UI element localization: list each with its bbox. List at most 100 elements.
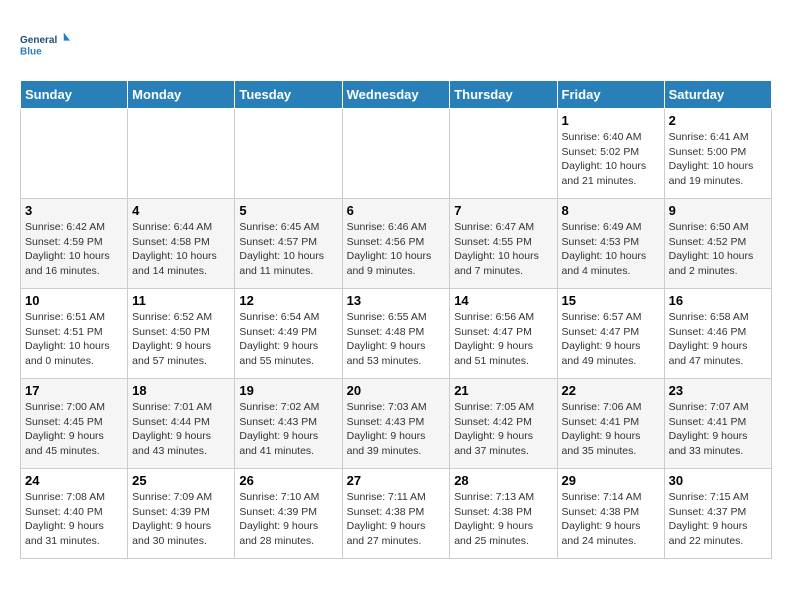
calendar-cell: 21 Sunrise: 7:05 AM Sunset: 4:42 PM Dayli…	[450, 379, 557, 469]
day-number: 27	[347, 473, 446, 488]
calendar-cell: 23 Sunrise: 7:07 AM Sunset: 4:41 PM Dayli…	[664, 379, 771, 469]
calendar-cell: 7 Sunrise: 6:47 AM Sunset: 4:55 PM Daylig…	[450, 199, 557, 289]
day-info: Sunrise: 6:57 AM Sunset: 4:47 PM Dayligh…	[562, 310, 660, 369]
weekday-header-wednesday: Wednesday	[342, 81, 450, 109]
calendar-cell: 2 Sunrise: 6:41 AM Sunset: 5:00 PM Daylig…	[664, 109, 771, 199]
calendar-cell	[128, 109, 235, 199]
day-info: Sunrise: 6:52 AM Sunset: 4:50 PM Dayligh…	[132, 310, 230, 369]
calendar-cell: 9 Sunrise: 6:50 AM Sunset: 4:52 PM Daylig…	[664, 199, 771, 289]
day-info: Sunrise: 7:03 AM Sunset: 4:43 PM Dayligh…	[347, 400, 446, 459]
day-info: Sunrise: 7:11 AM Sunset: 4:38 PM Dayligh…	[347, 490, 446, 549]
day-number: 11	[132, 293, 230, 308]
day-number: 7	[454, 203, 552, 218]
day-number: 15	[562, 293, 660, 308]
calendar-cell	[235, 109, 342, 199]
day-info: Sunrise: 6:58 AM Sunset: 4:46 PM Dayligh…	[669, 310, 767, 369]
weekday-header-row: SundayMondayTuesdayWednesdayThursdayFrid…	[21, 81, 772, 109]
calendar-week-3: 10 Sunrise: 6:51 AM Sunset: 4:51 PM Dayli…	[21, 289, 772, 379]
day-number: 12	[239, 293, 337, 308]
day-number: 10	[25, 293, 123, 308]
day-number: 19	[239, 383, 337, 398]
svg-text:Blue: Blue	[20, 46, 42, 57]
day-info: Sunrise: 6:50 AM Sunset: 4:52 PM Dayligh…	[669, 220, 767, 279]
day-info: Sunrise: 7:07 AM Sunset: 4:41 PM Dayligh…	[669, 400, 767, 459]
calendar-cell: 3 Sunrise: 6:42 AM Sunset: 4:59 PM Daylig…	[21, 199, 128, 289]
page-header: General Blue	[20, 20, 772, 70]
day-number: 17	[25, 383, 123, 398]
calendar-cell: 29Sunrise: 7:14 AM Sunset: 4:38 PM Dayli…	[557, 469, 664, 559]
calendar-cell: 22 Sunrise: 7:06 AM Sunset: 4:41 PM Dayli…	[557, 379, 664, 469]
calendar-cell: 10 Sunrise: 6:51 AM Sunset: 4:51 PM Dayli…	[21, 289, 128, 379]
day-info: Sunrise: 7:05 AM Sunset: 4:42 PM Dayligh…	[454, 400, 552, 459]
weekday-header-friday: Friday	[557, 81, 664, 109]
day-number: 20	[347, 383, 446, 398]
day-number: 4	[132, 203, 230, 218]
day-number: 13	[347, 293, 446, 308]
calendar-week-5: 24 Sunrise: 7:08 AM Sunset: 4:40 PM Dayli…	[21, 469, 772, 559]
day-info: Sunrise: 7:00 AM Sunset: 4:45 PM Dayligh…	[25, 400, 123, 459]
calendar-cell: 28 Sunrise: 7:13 AM Sunset: 4:38 PM Dayli…	[450, 469, 557, 559]
calendar-cell: 16Sunrise: 6:58 AM Sunset: 4:46 PM Dayli…	[664, 289, 771, 379]
day-info: Sunrise: 7:02 AM Sunset: 4:43 PM Dayligh…	[239, 400, 337, 459]
weekday-header-thursday: Thursday	[450, 81, 557, 109]
day-info: Sunrise: 6:44 AM Sunset: 4:58 PM Dayligh…	[132, 220, 230, 279]
day-info: Sunrise: 7:01 AM Sunset: 4:44 PM Dayligh…	[132, 400, 230, 459]
calendar-cell: 6Sunrise: 6:46 AM Sunset: 4:56 PM Daylig…	[342, 199, 450, 289]
day-number: 18	[132, 383, 230, 398]
calendar-cell: 14 Sunrise: 6:56 AM Sunset: 4:47 PM Dayli…	[450, 289, 557, 379]
weekday-header-sunday: Sunday	[21, 81, 128, 109]
calendar-week-1: 1Sunrise: 6:40 AM Sunset: 5:02 PM Daylig…	[21, 109, 772, 199]
calendar-cell: 15 Sunrise: 6:57 AM Sunset: 4:47 PM Dayli…	[557, 289, 664, 379]
day-info: Sunrise: 7:09 AM Sunset: 4:39 PM Dayligh…	[132, 490, 230, 549]
calendar-cell: 5Sunrise: 6:45 AM Sunset: 4:57 PM Daylig…	[235, 199, 342, 289]
day-number: 14	[454, 293, 552, 308]
calendar-cell: 26 Sunrise: 7:10 AM Sunset: 4:39 PM Dayli…	[235, 469, 342, 559]
day-number: 24	[25, 473, 123, 488]
day-number: 28	[454, 473, 552, 488]
calendar-table: SundayMondayTuesdayWednesdayThursdayFrid…	[20, 80, 772, 559]
day-number: 9	[669, 203, 767, 218]
day-info: Sunrise: 7:13 AM Sunset: 4:38 PM Dayligh…	[454, 490, 552, 549]
day-info: Sunrise: 6:46 AM Sunset: 4:56 PM Dayligh…	[347, 220, 446, 279]
day-info: Sunrise: 6:54 AM Sunset: 4:49 PM Dayligh…	[239, 310, 337, 369]
day-number: 21	[454, 383, 552, 398]
calendar-cell	[21, 109, 128, 199]
calendar-cell: 8 Sunrise: 6:49 AM Sunset: 4:53 PM Daylig…	[557, 199, 664, 289]
day-info: Sunrise: 7:10 AM Sunset: 4:39 PM Dayligh…	[239, 490, 337, 549]
day-info: Sunrise: 6:49 AM Sunset: 4:53 PM Dayligh…	[562, 220, 660, 279]
calendar-cell: 1Sunrise: 6:40 AM Sunset: 5:02 PM Daylig…	[557, 109, 664, 199]
svg-text:General: General	[20, 35, 57, 46]
day-number: 30	[669, 473, 767, 488]
calendar-cell: 27 Sunrise: 7:11 AM Sunset: 4:38 PM Dayli…	[342, 469, 450, 559]
day-number: 1	[562, 113, 660, 128]
day-number: 5	[239, 203, 337, 218]
day-info: Sunrise: 7:08 AM Sunset: 4:40 PM Dayligh…	[25, 490, 123, 549]
day-info: Sunrise: 6:47 AM Sunset: 4:55 PM Dayligh…	[454, 220, 552, 279]
logo-svg: General Blue	[20, 20, 70, 70]
calendar-week-2: 3 Sunrise: 6:42 AM Sunset: 4:59 PM Daylig…	[21, 199, 772, 289]
calendar-cell	[342, 109, 450, 199]
day-number: 22	[562, 383, 660, 398]
day-info: Sunrise: 6:42 AM Sunset: 4:59 PM Dayligh…	[25, 220, 123, 279]
calendar-cell: 17 Sunrise: 7:00 AM Sunset: 4:45 PM Dayli…	[21, 379, 128, 469]
day-info: Sunrise: 6:41 AM Sunset: 5:00 PM Dayligh…	[669, 130, 767, 189]
day-number: 25	[132, 473, 230, 488]
day-info: Sunrise: 7:06 AM Sunset: 4:41 PM Dayligh…	[562, 400, 660, 459]
calendar-cell: 18 Sunrise: 7:01 AM Sunset: 4:44 PM Dayli…	[128, 379, 235, 469]
day-number: 23	[669, 383, 767, 398]
calendar-cell: 13Sunrise: 6:55 AM Sunset: 4:48 PM Dayli…	[342, 289, 450, 379]
calendar-body: 1Sunrise: 6:40 AM Sunset: 5:02 PM Daylig…	[21, 109, 772, 559]
day-number: 8	[562, 203, 660, 218]
logo: General Blue	[20, 20, 70, 70]
day-number: 26	[239, 473, 337, 488]
day-info: Sunrise: 7:15 AM Sunset: 4:37 PM Dayligh…	[669, 490, 767, 549]
calendar-cell: 25 Sunrise: 7:09 AM Sunset: 4:39 PM Dayli…	[128, 469, 235, 559]
day-number: 2	[669, 113, 767, 128]
calendar-cell: 12 Sunrise: 6:54 AM Sunset: 4:49 PM Dayli…	[235, 289, 342, 379]
calendar-cell: 30 Sunrise: 7:15 AM Sunset: 4:37 PM Dayli…	[664, 469, 771, 559]
calendar-cell: 19 Sunrise: 7:02 AM Sunset: 4:43 PM Dayli…	[235, 379, 342, 469]
day-number: 3	[25, 203, 123, 218]
day-info: Sunrise: 6:51 AM Sunset: 4:51 PM Dayligh…	[25, 310, 123, 369]
day-info: Sunrise: 7:14 AM Sunset: 4:38 PM Dayligh…	[562, 490, 660, 549]
day-info: Sunrise: 6:56 AM Sunset: 4:47 PM Dayligh…	[454, 310, 552, 369]
